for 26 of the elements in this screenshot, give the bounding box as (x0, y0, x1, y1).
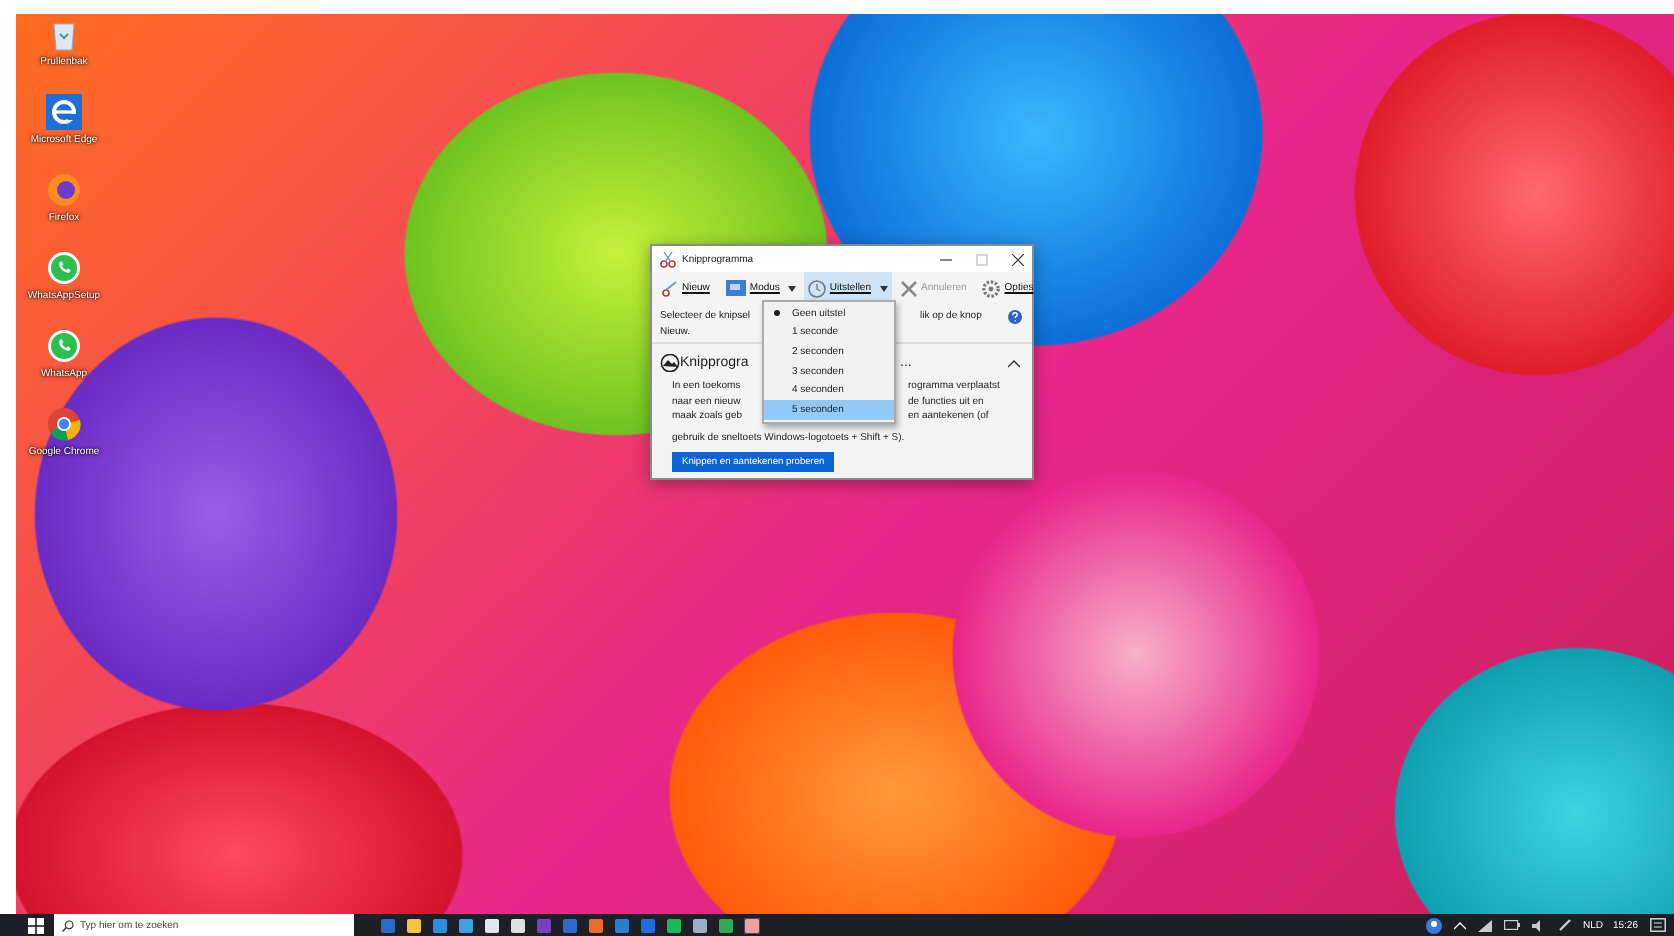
caret-icon[interactable] (879, 285, 887, 291)
chevron-icon[interactable] (1008, 359, 1020, 367)
scissors-icon (660, 279, 678, 297)
notification-icon[interactable] (1650, 918, 1666, 932)
cross-icon (899, 279, 917, 297)
help-icon[interactable] (1008, 310, 1022, 325)
search-icon (62, 919, 74, 931)
chat-phone-icon[interactable] (46, 250, 82, 286)
chat-phone-icon[interactable] (46, 328, 82, 364)
network-icon[interactable] (1478, 919, 1493, 931)
caret-icon[interactable] (787, 285, 796, 291)
scissors-icon (660, 251, 676, 267)
close-icon[interactable] (1012, 253, 1024, 265)
mountain-logo-icon (660, 354, 680, 372)
rectangle-icon (725, 280, 746, 296)
chevron-up-icon[interactable] (1454, 921, 1467, 929)
people-icon[interactable] (1426, 917, 1443, 933)
windows-start-icon[interactable] (28, 917, 44, 933)
chrome-ball-icon[interactable] (46, 406, 82, 442)
settings-icon (982, 279, 1001, 297)
edge-letter-icon[interactable] (46, 94, 82, 130)
pen-icon[interactable] (1558, 918, 1573, 932)
clock-icon (807, 279, 826, 297)
fox-globe-icon[interactable] (46, 172, 82, 208)
minimize-icon[interactable] (940, 253, 952, 265)
battery-icon[interactable] (1504, 920, 1521, 930)
